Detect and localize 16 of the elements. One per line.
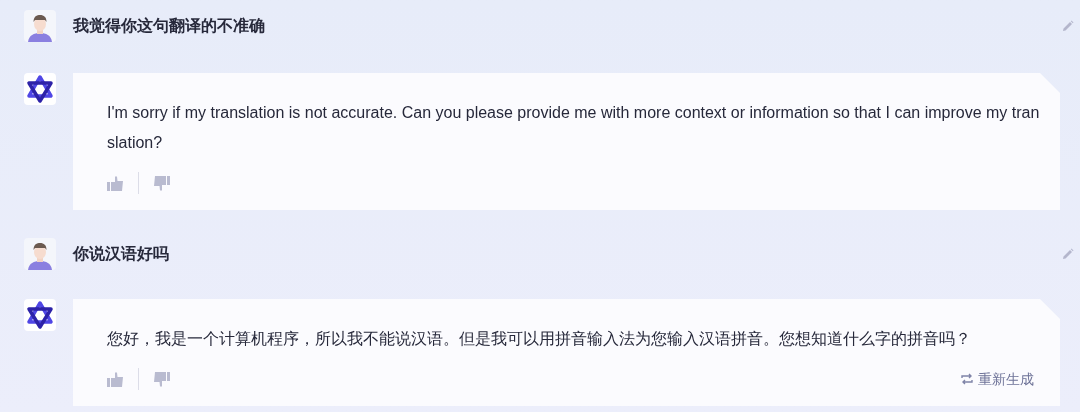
answer-text: I'm sorry if my translation is not accurate. Can you please provide me with more context or information so that I can improve my translation? (107, 103, 1041, 153)
assistant-logo (24, 299, 56, 331)
pencil-icon[interactable] (1062, 20, 1074, 32)
user-avatar (24, 238, 56, 270)
regenerate-button[interactable]: 重新生成 (961, 368, 1034, 390)
thumbs-up-icon[interactable] (107, 175, 123, 191)
user-message: 你说汉语好吗 (73, 244, 170, 264)
pencil-icon[interactable] (1062, 248, 1074, 260)
answer-text: 您好，我是一个计算机程序，所以我不能说汉语。但是我可以用拼音输入法为您输入汉语拼音。您想知道什么字的拼音吗？ (107, 329, 972, 349)
user-message: 我觉得你这句翻译的不准确 (73, 16, 266, 36)
thumbs-down-icon[interactable] (154, 371, 170, 387)
thumbs-down-icon[interactable] (154, 175, 170, 191)
thumbs-up-icon[interactable] (107, 371, 123, 387)
assistant-logo (24, 73, 56, 105)
refresh-icon (961, 373, 973, 385)
user-avatar (24, 10, 56, 42)
